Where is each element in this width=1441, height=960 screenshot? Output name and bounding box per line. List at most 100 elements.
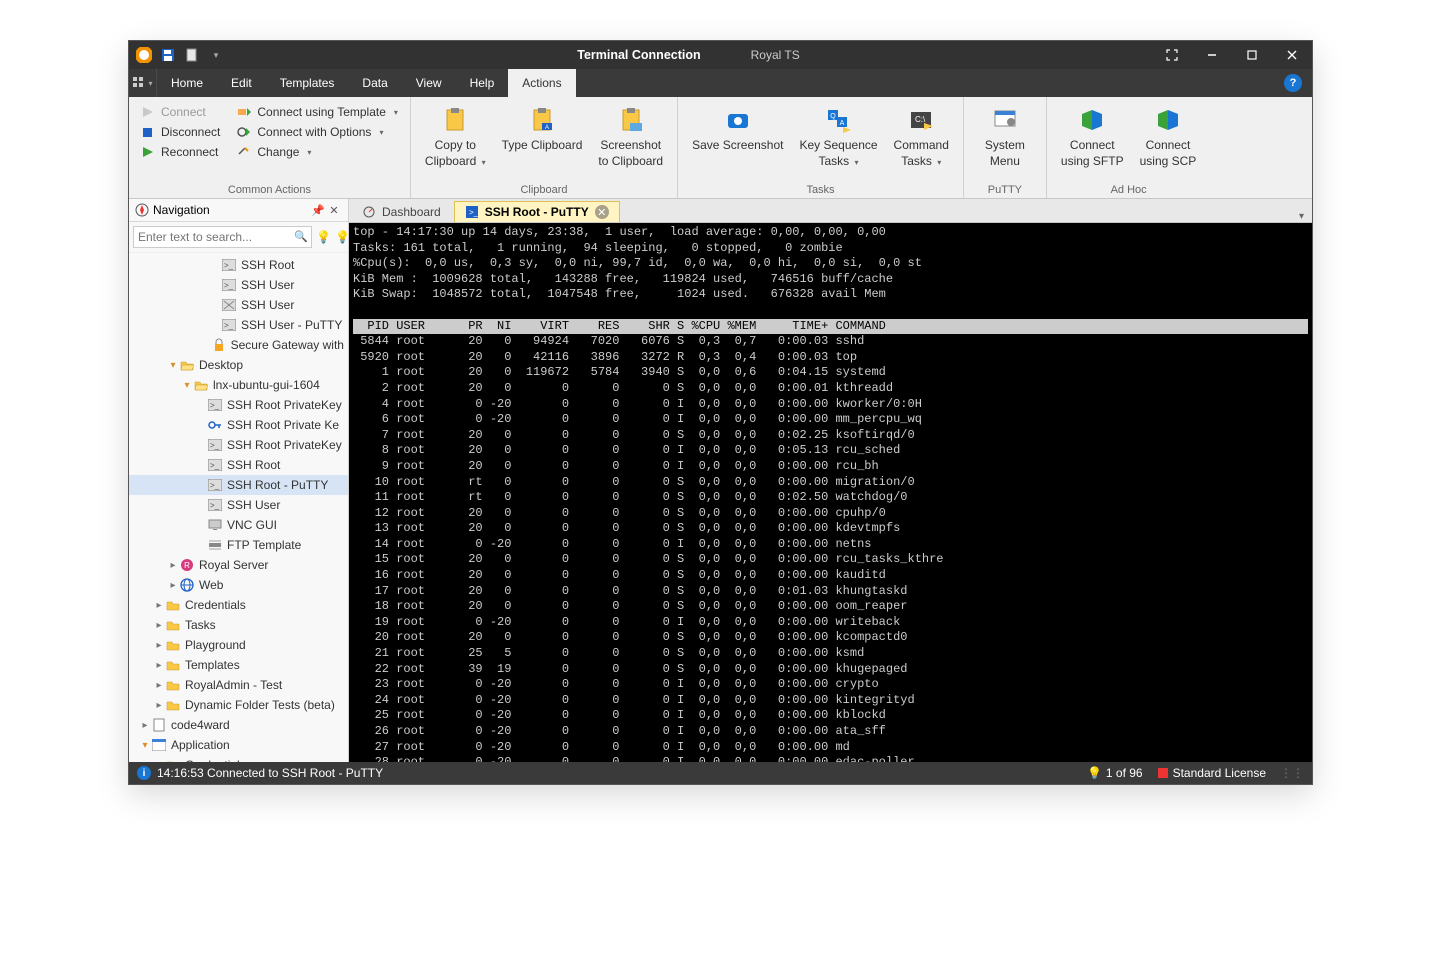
tree-item[interactable]: ▸Tasks bbox=[129, 615, 348, 635]
svg-text:>_: >_ bbox=[224, 321, 234, 330]
window: ▾ Terminal Connection Royal TS ▾ HomeEdi… bbox=[128, 40, 1313, 785]
save-screenshot-button[interactable]: Save Screenshot bbox=[684, 101, 791, 154]
command-tasks-button[interactable]: C:\Command Tasks ▾ bbox=[886, 101, 957, 169]
tree-item[interactable]: ▸Credentials bbox=[129, 595, 348, 615]
svg-text:>_: >_ bbox=[469, 208, 478, 217]
tree-item[interactable]: VNC GUI bbox=[129, 515, 348, 535]
window-title: Terminal Connection bbox=[577, 48, 700, 62]
svg-text:>_: >_ bbox=[210, 501, 220, 510]
svg-text:>_: >_ bbox=[210, 401, 220, 410]
tabs: Dashboard >_ SSH Root - PuTTY ✕ ▾ bbox=[349, 199, 1312, 223]
tab-dashboard[interactable]: Dashboard bbox=[351, 201, 452, 222]
ribbon: Connect Disconnect Reconnect Connect usi… bbox=[129, 97, 1312, 199]
system-menu-button[interactable]: System Menu bbox=[970, 101, 1040, 169]
sidebar-title: Navigation bbox=[149, 203, 310, 217]
tree-item[interactable]: >_SSH Root PrivateKey bbox=[129, 395, 348, 415]
svg-text:>_: >_ bbox=[210, 481, 220, 490]
status-message: 14:16:53 Connected to SSH Root - PuTTY bbox=[157, 766, 383, 780]
tree-item[interactable]: SSH User bbox=[129, 295, 348, 315]
tree-item[interactable]: ▾Application bbox=[129, 735, 348, 755]
search-input[interactable] bbox=[133, 226, 312, 248]
app-logo-icon bbox=[135, 46, 153, 64]
tab-ssh-root-putty[interactable]: >_ SSH Root - PuTTY ✕ bbox=[454, 201, 620, 222]
menu-templates[interactable]: Templates bbox=[266, 69, 349, 97]
menu-data[interactable]: Data bbox=[348, 69, 401, 97]
tree-item[interactable]: >_SSH Root bbox=[129, 255, 348, 275]
connect-scp-button[interactable]: Connect using SCP bbox=[1132, 101, 1205, 169]
close-button[interactable] bbox=[1272, 41, 1312, 69]
tree-item[interactable]: FTP Template bbox=[129, 535, 348, 555]
connect-template-button[interactable]: Connect using Template▾ bbox=[231, 103, 404, 121]
svg-text:Q: Q bbox=[830, 113, 836, 120]
menu-edit[interactable]: Edit bbox=[217, 69, 266, 97]
menu-actions[interactable]: Actions bbox=[508, 69, 575, 97]
svg-text:A: A bbox=[545, 125, 549, 131]
tree-item[interactable]: >_SSH Root PrivateKey bbox=[129, 435, 348, 455]
tree-item[interactable]: ▸Dynamic Folder Tests (beta) bbox=[129, 695, 348, 715]
focus-mode-icon[interactable] bbox=[1152, 41, 1192, 69]
info-icon: i bbox=[137, 766, 151, 780]
tree-item[interactable]: ▾lnx-ubuntu-gui-1604 bbox=[129, 375, 348, 395]
change-button[interactable]: Change▾ bbox=[231, 143, 404, 161]
tree-item[interactable]: SSH Root Private Ke bbox=[129, 415, 348, 435]
minimize-button[interactable] bbox=[1192, 41, 1232, 69]
tree-item[interactable]: ▾Desktop bbox=[129, 355, 348, 375]
sidebar: Navigation 📌 ✕ 🔍 💡 💡 ★ >_SSH Root>_SSH U… bbox=[129, 199, 349, 762]
close-tab-button[interactable]: ✕ bbox=[595, 205, 609, 219]
collapse-ribbon-button[interactable]: ▾ bbox=[1291, 211, 1312, 222]
tree-item[interactable]: ▸code4ward bbox=[129, 715, 348, 735]
menu-help[interactable]: Help bbox=[456, 69, 509, 97]
tree-item[interactable]: >_SSH Root bbox=[129, 455, 348, 475]
type-clipboard-button[interactable]: AType Clipboard bbox=[494, 101, 591, 154]
tree-item[interactable]: ▸Playground bbox=[129, 635, 348, 655]
reconnect-button[interactable]: Reconnect bbox=[135, 143, 226, 161]
terminal-icon: >_ bbox=[465, 205, 479, 219]
close-panel-button[interactable]: ✕ bbox=[326, 204, 342, 217]
new-doc-icon[interactable] bbox=[183, 46, 201, 64]
connect-button[interactable]: Connect bbox=[135, 103, 226, 121]
pin-icon[interactable]: 📌 bbox=[310, 204, 326, 217]
copy-to-clipboard-button[interactable]: Copy to Clipboard ▾ bbox=[417, 101, 494, 169]
svg-text:R: R bbox=[184, 561, 190, 570]
svg-text:A: A bbox=[839, 120, 844, 127]
key-sequence-button[interactable]: QAKey Sequence Tasks ▾ bbox=[791, 101, 885, 169]
qat-dropdown[interactable]: ▾ bbox=[207, 46, 225, 64]
tree-item[interactable]: ▸RRoyal Server bbox=[129, 555, 348, 575]
connect-sftp-button[interactable]: Connect using SFTP bbox=[1053, 101, 1132, 169]
tree-item[interactable]: ▸Web bbox=[129, 575, 348, 595]
menubar: ▾ HomeEditTemplatesDataViewHelpActions ? bbox=[129, 69, 1312, 97]
dashboard-icon bbox=[362, 205, 376, 219]
help-icon[interactable]: ? bbox=[1284, 74, 1302, 92]
tree-item[interactable]: ▸Templates bbox=[129, 655, 348, 675]
menu-view[interactable]: View bbox=[402, 69, 456, 97]
svg-text:>_: >_ bbox=[224, 281, 234, 290]
tree-item[interactable]: >_SSH Root - PuTTY bbox=[129, 475, 348, 495]
bulb-solid-icon[interactable]: 💡 bbox=[316, 230, 331, 244]
terminal[interactable]: top - 14:17:30 up 14 days, 23:38, 1 user… bbox=[349, 223, 1312, 762]
tree[interactable]: >_SSH Root>_SSH UserSSH User>_SSH User -… bbox=[129, 253, 348, 762]
status-count[interactable]: 💡1 of 96 bbox=[1087, 766, 1143, 780]
app-name: Royal TS bbox=[751, 48, 800, 62]
connect-options-button[interactable]: Connect with Options▾ bbox=[231, 123, 404, 141]
tree-item[interactable]: >_SSH User bbox=[129, 495, 348, 515]
svg-text:C:\: C:\ bbox=[915, 115, 926, 124]
titlebar: ▾ Terminal Connection Royal TS bbox=[129, 41, 1312, 69]
disconnect-button[interactable]: Disconnect bbox=[135, 123, 226, 141]
svg-text:>_: >_ bbox=[210, 441, 220, 450]
tree-item[interactable]: Secure Gateway with bbox=[129, 335, 348, 355]
maximize-button[interactable] bbox=[1232, 41, 1272, 69]
screenshot-to-clipboard-button[interactable]: Screenshot to Clipboard bbox=[590, 101, 671, 169]
bulb-outline-icon[interactable]: 💡 bbox=[335, 230, 349, 244]
svg-text:>_: >_ bbox=[210, 461, 220, 470]
tree-item[interactable]: >_SSH User - PuTTY bbox=[129, 315, 348, 335]
menu-home[interactable]: Home bbox=[157, 69, 217, 97]
svg-text:>_: >_ bbox=[224, 261, 234, 270]
tree-item[interactable]: Credentials bbox=[129, 755, 348, 762]
tree-item[interactable]: ▸RoyalAdmin - Test bbox=[129, 675, 348, 695]
status-license[interactable]: Standard License bbox=[1157, 766, 1266, 780]
file-menu[interactable]: ▾ bbox=[129, 69, 157, 97]
tree-item[interactable]: >_SSH User bbox=[129, 275, 348, 295]
search-icon[interactable]: 🔍 bbox=[294, 230, 308, 243]
save-icon[interactable] bbox=[159, 46, 177, 64]
resize-grip[interactable]: ⋮⋮ bbox=[1280, 766, 1304, 780]
